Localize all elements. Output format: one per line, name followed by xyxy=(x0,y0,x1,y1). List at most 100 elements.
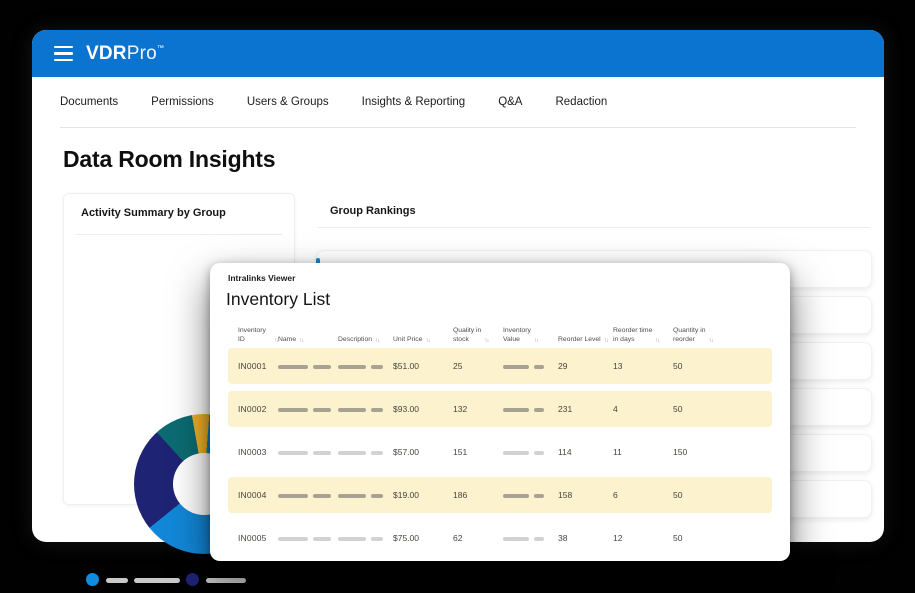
column-header-label: Quantity in reorder xyxy=(673,326,706,345)
cell-inventory-id: IN0005 xyxy=(228,533,278,543)
viewer-title: Inventory List xyxy=(226,289,330,310)
cell-reorder-level: 38 xyxy=(558,533,613,543)
column-header-label: Description xyxy=(338,335,372,345)
cell-quantity-reorder: 50 xyxy=(673,533,752,543)
column-header[interactable]: Inventory ID↑↓ xyxy=(228,326,278,345)
legend-item xyxy=(186,570,286,588)
nav-item-insights-reporting[interactable]: Insights & Reporting xyxy=(362,96,466,108)
table-row[interactable]: IN0004 $19.00 186 158 6 50 xyxy=(228,477,772,513)
cell-name-placeholder xyxy=(278,533,338,543)
sort-icon[interactable]: ↑↓ xyxy=(425,337,429,345)
cell-reorder-time: 4 xyxy=(613,404,673,414)
cell-unit-price: $75.00 xyxy=(393,533,453,543)
trademark-symbol: ™ xyxy=(157,45,164,52)
cell-quality-in-stock: 132 xyxy=(453,404,503,414)
cell-description-placeholder xyxy=(338,361,393,371)
sort-icon[interactable]: ↑↓ xyxy=(604,337,608,345)
cell-quantity-reorder: 50 xyxy=(673,490,752,500)
column-header-label: Reorder time in days xyxy=(613,326,652,345)
cell-reorder-time: 6 xyxy=(613,490,673,500)
table-header-row: Inventory ID↑↓ Name↑↓ Description↑↓ Unit… xyxy=(228,317,772,345)
cell-inventory-value-placeholder xyxy=(503,447,558,457)
legend-placeholder-text xyxy=(206,570,252,588)
cell-inventory-value-placeholder xyxy=(503,490,558,500)
chart-legend xyxy=(86,570,286,593)
group-rankings-title: Group Rankings xyxy=(318,193,870,217)
hamburger-menu-icon[interactable] xyxy=(54,46,73,61)
sort-icon[interactable]: ↑↓ xyxy=(375,337,379,345)
column-header-label: Reorder Level xyxy=(558,335,601,345)
column-header[interactable]: Name↑↓ xyxy=(278,335,338,345)
nav-item-q-a[interactable]: Q&A xyxy=(498,96,522,108)
cell-reorder-level: 114 xyxy=(558,447,613,457)
sort-icon[interactable]: ↑↓ xyxy=(534,337,538,345)
column-header-label: Unit Price xyxy=(393,335,422,345)
cell-quality-in-stock: 62 xyxy=(453,533,503,543)
column-header-label: Inventory Value xyxy=(503,326,531,345)
table-body: IN0001 $51.00 25 29 13 50 IN0002 $93.00 … xyxy=(228,348,772,563)
sort-icon[interactable]: ↑↓ xyxy=(299,337,303,345)
legend-placeholder-text xyxy=(106,570,186,588)
cell-quality-in-stock: 151 xyxy=(453,447,503,457)
cell-description-placeholder xyxy=(338,404,393,414)
nav-item-permissions[interactable]: Permissions xyxy=(151,96,214,108)
cell-description-placeholder xyxy=(338,490,393,500)
cell-quantity-reorder: 50 xyxy=(673,404,752,414)
cell-reorder-time: 13 xyxy=(613,361,673,371)
app-logo-light: Pro xyxy=(127,43,157,64)
cell-description-placeholder xyxy=(338,447,393,457)
column-header[interactable]: Unit Price↑↓ xyxy=(393,335,453,345)
cell-unit-price: $57.00 xyxy=(393,447,453,457)
nav-item-redaction[interactable]: Redaction xyxy=(555,96,607,108)
legend-item xyxy=(86,570,186,588)
table-row[interactable]: IN0001 $51.00 25 29 13 50 xyxy=(228,348,772,384)
column-header[interactable]: Reorder Level↑↓ xyxy=(558,335,613,345)
app-header-bar: VDRPro™ xyxy=(32,30,884,77)
cell-unit-price: $19.00 xyxy=(393,490,453,500)
cell-quantity-reorder: 50 xyxy=(673,361,752,371)
screenshot-canvas: VDRPro™ Documents Permissions Users & Grou… xyxy=(0,0,915,593)
legend-dot xyxy=(86,573,99,586)
cell-unit-price: $51.00 xyxy=(393,361,453,371)
app-logo: VDRPro™ xyxy=(86,43,164,65)
table-row[interactable]: IN0005 $75.00 62 38 12 50 xyxy=(228,520,772,556)
app-logo-bold: VDR xyxy=(86,43,127,64)
cell-inventory-id: IN0001 xyxy=(228,361,278,371)
column-header[interactable]: Description↑↓ xyxy=(338,335,393,345)
nav-item-users-groups[interactable]: Users & Groups xyxy=(247,96,329,108)
cell-inventory-id: IN0003 xyxy=(228,447,278,457)
sort-icon[interactable]: ↑↓ xyxy=(709,337,713,345)
viewer-label: Intralinks Viewer xyxy=(228,273,295,283)
sort-icon[interactable]: ↑↓ xyxy=(484,337,488,345)
column-header-label: Name xyxy=(278,335,296,345)
cell-inventory-value-placeholder xyxy=(503,533,558,543)
cell-inventory-value-placeholder xyxy=(503,404,558,414)
cell-reorder-level: 29 xyxy=(558,361,613,371)
cell-inventory-value-placeholder xyxy=(503,361,558,371)
column-header[interactable]: Inventory Value↑↓ xyxy=(503,326,558,345)
nav-tabs: Documents Permissions Users & Groups Insigh… xyxy=(60,77,856,128)
table-row[interactable]: IN0003 $57.00 151 114 11 150 xyxy=(228,434,772,470)
cell-inventory-id: IN0004 xyxy=(228,490,278,500)
column-header-label: Inventory ID xyxy=(238,326,271,345)
table-row[interactable]: IN0002 $93.00 132 231 4 50 xyxy=(228,391,772,427)
cell-inventory-id: IN0002 xyxy=(228,404,278,414)
column-header-label: Quality in stock xyxy=(453,326,481,345)
cell-quality-in-stock: 186 xyxy=(453,490,503,500)
cell-unit-price: $93.00 xyxy=(393,404,453,414)
nav-item-documents[interactable]: Documents xyxy=(60,96,118,108)
cell-quality-in-stock: 25 xyxy=(453,361,503,371)
column-header[interactable]: Reorder time in days↑↓ xyxy=(613,326,673,345)
column-header[interactable]: Quantity in reorder↑↓ xyxy=(673,326,752,345)
activity-card-title: Activity Summary by Group xyxy=(81,207,226,219)
cell-reorder-time: 11 xyxy=(613,447,673,457)
cell-quantity-reorder: 150 xyxy=(673,447,752,457)
cell-description-placeholder xyxy=(338,533,393,543)
cell-reorder-level: 231 xyxy=(558,404,613,414)
divider xyxy=(318,227,870,228)
cell-reorder-level: 158 xyxy=(558,490,613,500)
column-header[interactable]: Quality in stock↑↓ xyxy=(453,326,503,345)
intralinks-viewer-modal: Intralinks Viewer Inventory List Invento… xyxy=(210,263,790,561)
legend-dot xyxy=(186,573,199,586)
sort-icon[interactable]: ↑↓ xyxy=(655,337,659,345)
